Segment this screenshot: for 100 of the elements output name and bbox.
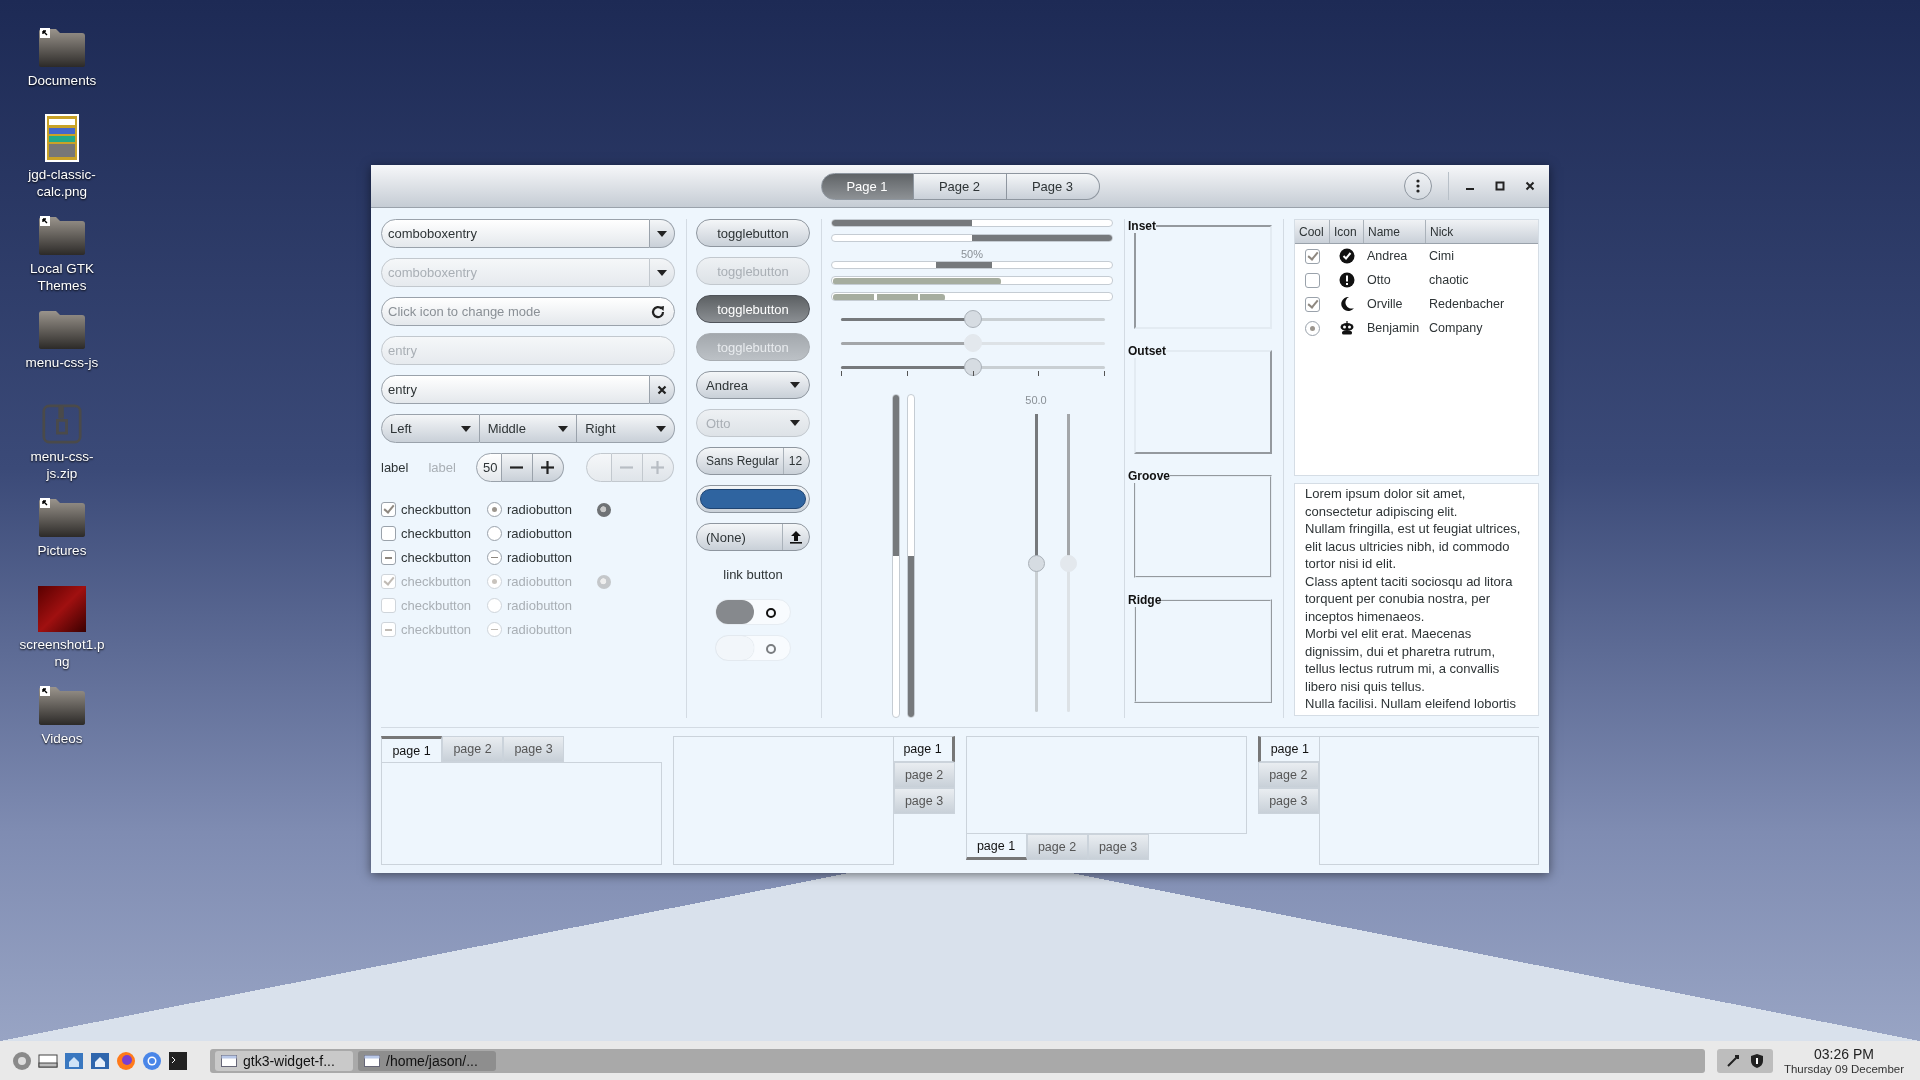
column-header[interactable]: Nick xyxy=(1426,220,1538,243)
desktop-icon-label[interactable]: Local GTK Themes xyxy=(16,260,108,294)
browser-icon[interactable] xyxy=(142,1050,162,1071)
switch[interactable] xyxy=(715,599,791,625)
dropdown-button[interactable] xyxy=(650,219,675,248)
vertical-slider[interactable] xyxy=(1059,414,1077,712)
caret-icon xyxy=(657,230,667,237)
combo-entry-field[interactable]: comboboxentry xyxy=(381,219,650,248)
dropdown-button[interactable] xyxy=(650,258,675,287)
notebook-tab[interactable]: page 1 xyxy=(965,834,1027,860)
radio-button[interactable] xyxy=(487,550,502,565)
task-button[interactable]: /home/jason/... xyxy=(358,1050,496,1071)
checkbox-label[interactable]: checkbutton xyxy=(401,526,472,541)
folder-icon[interactable] xyxy=(38,216,86,256)
calculator-image-icon[interactable] xyxy=(45,114,79,162)
menu-icon xyxy=(1416,179,1420,193)
radio-button[interactable] xyxy=(487,526,502,541)
increment-button[interactable] xyxy=(532,453,564,482)
notebook-tab[interactable]: page 1 xyxy=(1257,736,1319,762)
home-folder-icon[interactable] xyxy=(90,1050,110,1071)
table-cell-text: Otto xyxy=(1366,273,1392,287)
home-folder-icon[interactable] xyxy=(64,1050,84,1071)
shield-icon[interactable] xyxy=(1749,1052,1765,1069)
notebook-tab[interactable]: page 3 xyxy=(893,788,955,814)
radio-label[interactable]: radiobutton xyxy=(507,526,573,541)
slider-handle[interactable] xyxy=(964,310,982,328)
checkbox[interactable] xyxy=(381,550,396,565)
notebook-tab[interactable]: page 2 xyxy=(1257,762,1319,788)
radio-button[interactable] xyxy=(1305,320,1320,336)
checkbox[interactable] xyxy=(1305,296,1320,312)
notebook-tab[interactable]: page 2 xyxy=(893,762,955,788)
checkbox[interactable] xyxy=(1305,272,1320,288)
desktop-icon-label[interactable]: jgd-classic-calc.png xyxy=(16,166,108,200)
scale-value: 50.0 xyxy=(1025,394,1047,408)
link-button[interactable]: link button xyxy=(719,561,787,589)
notebook-tab[interactable]: page 1 xyxy=(893,736,955,762)
column-header[interactable]: Name xyxy=(1364,220,1426,243)
notebook-tab[interactable]: page 1 xyxy=(381,736,442,762)
desktop-icon-label[interactable]: Documents xyxy=(16,72,108,89)
dropdown-button[interactable]: Middle xyxy=(479,414,578,443)
spin-field[interactable]: 50 xyxy=(475,453,502,482)
radio-label[interactable]: radiobutton xyxy=(507,550,573,565)
radio-label[interactable]: radiobutton xyxy=(507,502,573,517)
desktop-icon-label[interactable]: menu-css-js.zip xyxy=(16,448,108,482)
notebook-tab[interactable]: page 2 xyxy=(1026,834,1088,860)
app-menu-icon[interactable] xyxy=(12,1050,32,1071)
font-button[interactable]: Sans Regular 12 xyxy=(696,447,810,475)
notebook-tab[interactable]: page 3 xyxy=(503,736,564,762)
slider[interactable] xyxy=(841,358,1105,378)
clear-button[interactable] xyxy=(650,375,675,404)
check-circle-icon xyxy=(1339,248,1355,264)
desktop-icon-label[interactable]: Pictures xyxy=(16,542,108,559)
photo-placeholder[interactable] xyxy=(38,586,86,632)
column-header[interactable]: Cool xyxy=(1295,220,1330,243)
terminal-icon[interactable] xyxy=(168,1050,188,1071)
browser-icon[interactable] xyxy=(116,1050,136,1071)
page-tab[interactable]: Page 2 xyxy=(913,172,1007,200)
desktop-icon-label[interactable]: menu-css-js xyxy=(16,354,108,371)
network-icon[interactable] xyxy=(1725,1052,1741,1069)
checkbox-label[interactable]: checkbutton xyxy=(401,550,472,565)
caret-icon xyxy=(558,425,569,432)
checkbox[interactable] xyxy=(381,526,396,541)
text-view[interactable] xyxy=(1294,483,1539,716)
clock-time[interactable]: 03:26 PM xyxy=(1814,1045,1874,1062)
frame-label: Ridge xyxy=(1128,593,1162,608)
notebook-tab[interactable]: page 3 xyxy=(1087,834,1149,860)
dropdown-button[interactable]: Left xyxy=(381,414,480,443)
toggle-button[interactable]: togglebutton xyxy=(696,219,810,247)
page-tab[interactable]: Page 1 xyxy=(820,172,914,200)
page-tab[interactable]: Page 3 xyxy=(1006,172,1100,200)
notebook-tab[interactable]: page 3 xyxy=(1257,788,1319,814)
folder-icon[interactable] xyxy=(38,686,86,726)
checkbox[interactable] xyxy=(1305,248,1320,264)
folder-icon[interactable] xyxy=(38,28,86,68)
menu-button[interactable] xyxy=(1404,172,1432,200)
checkbox[interactable] xyxy=(381,502,396,517)
file-chooser-button[interactable]: (None) xyxy=(696,523,810,551)
folder-icon[interactable] xyxy=(38,498,86,538)
radio-button[interactable] xyxy=(487,502,502,517)
slider-handle[interactable] xyxy=(964,358,982,376)
task-button[interactable]: gtk3-widget-f... xyxy=(215,1050,353,1071)
entry-field[interactable]: entry xyxy=(381,375,650,404)
desktop-icon-label[interactable]: Videos xyxy=(16,730,108,747)
label-text: label xyxy=(381,460,409,475)
combo-box[interactable]: Andrea xyxy=(696,371,810,399)
dropdown-button[interactable]: Right xyxy=(577,414,675,443)
decrement-button[interactable] xyxy=(501,453,533,482)
column-header[interactable]: Icon xyxy=(1330,220,1364,243)
desktop-icon-label[interactable]: screenshot1.png xyxy=(16,636,108,670)
slider[interactable] xyxy=(841,310,1105,330)
refresh-icon[interactable] xyxy=(650,303,666,320)
table-cell-text: Redenbacher xyxy=(1428,297,1506,311)
toggle-button[interactable]: togglebutton xyxy=(696,295,810,323)
clock-date[interactable]: Thursday 09 December xyxy=(1783,1061,1905,1076)
radio-indicator-icon[interactable] xyxy=(597,502,611,517)
vertical-slider[interactable] xyxy=(1027,414,1045,712)
slider-handle[interactable] xyxy=(1027,555,1045,572)
checkbox-label[interactable]: checkbutton xyxy=(401,502,472,517)
notebook-tab[interactable]: page 2 xyxy=(442,736,503,762)
progress-text: 50% xyxy=(960,248,984,260)
